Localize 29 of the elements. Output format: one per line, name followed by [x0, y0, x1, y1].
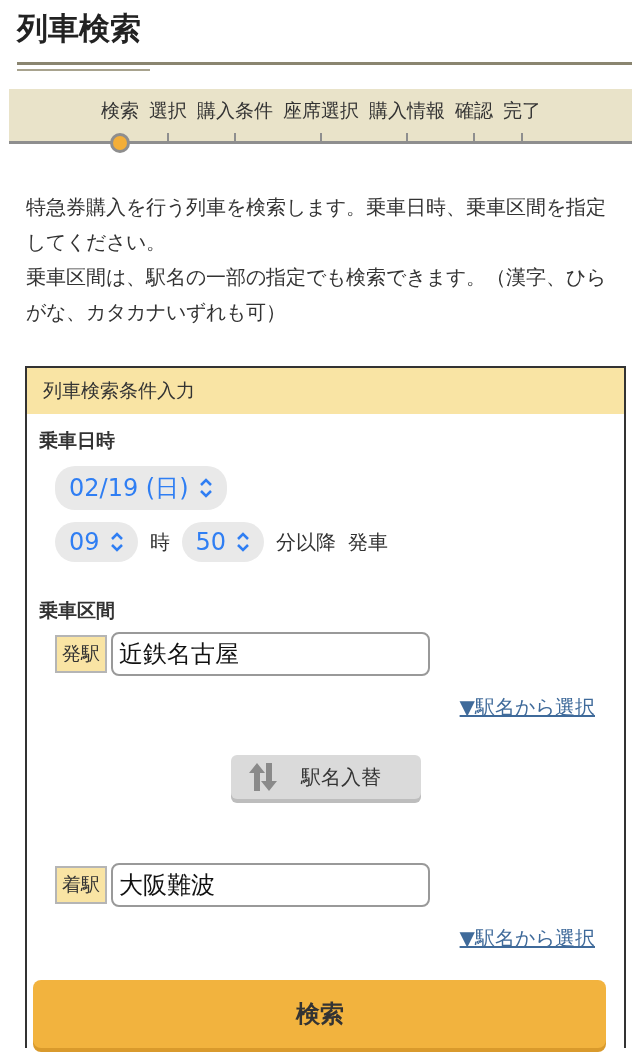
chevron-updown-icon: [109, 531, 124, 553]
step-label: 購入情報: [368, 99, 445, 121]
step-label: 検索: [100, 99, 139, 121]
departure-text: 発車: [348, 528, 389, 556]
station-select-link[interactable]: ▼駅名から選択: [459, 925, 595, 952]
arrival-station-field[interactable]: 大阪難波: [111, 863, 430, 907]
minute-unit: 分以降: [276, 528, 337, 556]
step-label: 購入条件: [196, 99, 273, 121]
intro-text: 乗車区間は、駅名の一部の指定でも検索できます。（漢字、ひらがな、カタカナいずれも可）: [26, 264, 607, 326]
section-label: 乗車区間: [39, 598, 116, 623]
step-label: 選択: [148, 99, 187, 121]
minute-select[interactable]: 50: [181, 522, 265, 562]
step-label: 確認: [454, 99, 493, 121]
step-label: 完了: [502, 99, 541, 121]
hour-select[interactable]: 09: [55, 522, 138, 562]
step-label: 座席選択: [282, 99, 359, 121]
section-label: 乗車日時: [39, 428, 116, 453]
chevron-updown-icon: [198, 477, 213, 499]
arrival-station-label: 着駅: [55, 866, 107, 904]
chevron-updown-icon: [236, 531, 251, 553]
intro-text: 特急券購入を行う列車を検索します。乗車日時、乗車区間を指定してください。: [26, 194, 607, 256]
date-select[interactable]: 02/19 (日): [55, 466, 227, 510]
page-title: 列車検索: [17, 9, 142, 48]
card-header: 列車検索条件入力: [27, 368, 624, 414]
station-select-link[interactable]: ▼駅名から選択: [459, 694, 595, 721]
hour-unit: 時: [149, 528, 170, 556]
swap-arrows-icon: [246, 761, 279, 793]
departure-station-label: 発駅: [55, 635, 107, 673]
departure-station-field[interactable]: 近鉄名古屋: [111, 632, 430, 676]
